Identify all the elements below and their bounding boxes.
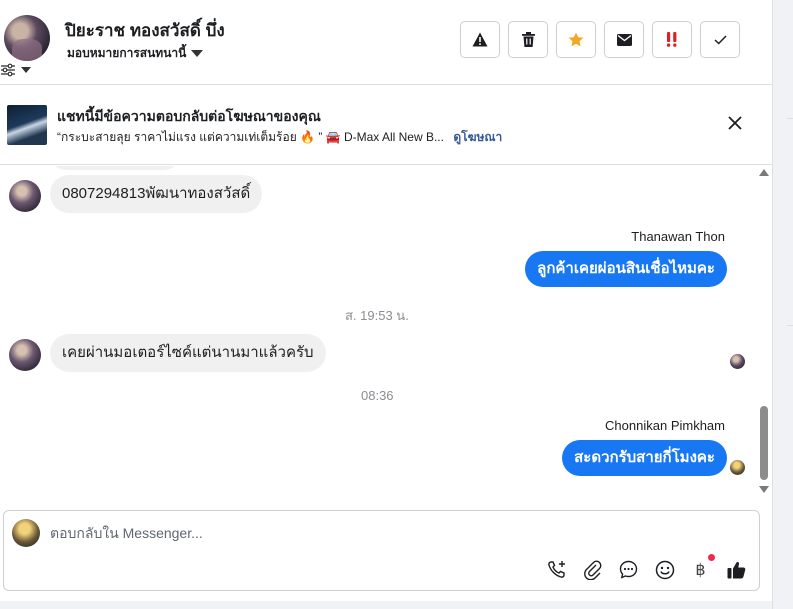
conversation-panel: ปิยะราช ทองสวัสดิ์ บึ่ง มอบหมายการสนทนาน… xyxy=(0,0,772,609)
seen-indicator-avatar xyxy=(730,460,745,475)
close-icon xyxy=(728,116,742,130)
mark-done-button[interactable] xyxy=(700,21,740,58)
sender-name: Chonnikan Pimkham xyxy=(605,418,725,433)
delete-button[interactable] xyxy=(508,21,548,58)
ad-banner-row: “กระบะสายลุย ราคาไม่แรง แต่ความเท่เต็มร้… xyxy=(57,128,502,147)
trash-icon xyxy=(521,32,535,47)
seen-indicator-avatar xyxy=(730,354,745,369)
composer-toolbar: ฿ xyxy=(545,554,748,581)
user-avatar xyxy=(12,519,40,547)
conversation-actions xyxy=(460,21,748,58)
incoming-message[interactable]: 0807294813พัฒนาทองสวัสดิ์ xyxy=(50,175,263,213)
divider xyxy=(787,325,793,326)
outgoing-message[interactable]: สะดวกรับสายกี่โมงคะ xyxy=(562,440,727,476)
call-add-button[interactable] xyxy=(545,558,568,581)
panel-footer xyxy=(0,601,772,609)
star-button[interactable] xyxy=(556,21,596,58)
envelope-icon xyxy=(616,33,632,46)
ad-banner-title: แชทนี้มีข้อความตอบกลับต่อโฆษณาของคุณ xyxy=(57,108,321,124)
contact-avatar[interactable] xyxy=(4,15,50,61)
attachment-button[interactable] xyxy=(581,558,604,581)
notification-dot xyxy=(708,554,715,561)
follow-up-button[interactable] xyxy=(652,21,692,58)
divider xyxy=(787,118,793,119)
sliders-icon xyxy=(1,63,15,77)
chevron-down-icon xyxy=(21,67,31,73)
filter-dropdown[interactable] xyxy=(1,63,31,77)
payment-button[interactable]: ฿ xyxy=(689,554,715,581)
saved-reply-button[interactable] xyxy=(617,558,640,581)
view-ad-link[interactable]: ดูโฆษณา xyxy=(453,130,502,144)
side-panel-edge xyxy=(772,0,793,609)
ad-quote: “กระบะสายลุย ราคาไม่แรง แต่ความเท่เต็มร้… xyxy=(57,130,444,144)
thumbs-up-icon xyxy=(727,561,746,578)
scrollbar-thumb[interactable] xyxy=(760,406,768,480)
close-banner-button[interactable] xyxy=(728,116,742,135)
warning-icon xyxy=(472,32,488,47)
emoji-icon xyxy=(655,560,674,579)
previous-message-bubble xyxy=(50,166,180,170)
reply-composer: ฿ xyxy=(3,510,760,591)
message-timestamp: 08:36 xyxy=(361,388,394,403)
message-input[interactable] xyxy=(50,523,650,543)
ad-thumbnail[interactable] xyxy=(7,105,47,145)
contact-avatar xyxy=(9,180,41,212)
mark-unread-button[interactable] xyxy=(604,21,644,58)
call-add-icon xyxy=(547,560,565,578)
message-timestamp: ส. 19:53 น. xyxy=(345,308,409,323)
thread-scrollbar[interactable] xyxy=(757,166,772,500)
payment-icon: ฿ xyxy=(695,561,706,579)
chevron-down-icon xyxy=(191,50,204,57)
contact-avatar xyxy=(9,339,41,371)
scroll-up-arrow-icon[interactable] xyxy=(759,169,769,176)
sender-name: Thanawan Thon xyxy=(631,229,725,244)
check-icon xyxy=(713,34,727,45)
scroll-down-arrow-icon[interactable] xyxy=(759,486,769,493)
assign-conversation-dropdown[interactable]: มอบหมายการสนทนานี้ xyxy=(67,44,204,63)
conversation-header: ปิยะราช ทองสวัสดิ์ บึ่ง มอบหมายการสนทนาน… xyxy=(0,0,772,85)
like-button[interactable] xyxy=(725,558,748,581)
assign-label: มอบหมายการสนทนานี้ xyxy=(67,46,187,60)
outgoing-message[interactable]: ลูกค้าเคยผ่อนสินเชื่อไหมคะ xyxy=(525,251,727,287)
message-thread[interactable]: 0807294813พัฒนาทองสวัสดิ์ Thanawan Thon … xyxy=(0,166,772,500)
spam-button[interactable] xyxy=(460,21,500,58)
attachment-icon xyxy=(583,560,601,580)
ad-reply-banner: แชทนี้มีข้อความตอบกลับต่อโฆษณาของคุณ “กร… xyxy=(0,85,772,165)
emoji-button[interactable] xyxy=(653,558,676,581)
incoming-message[interactable]: เคยผ่านมอเตอร์ไซค์แต่นานมาแล้วครับ xyxy=(50,334,326,372)
exclamation-icon xyxy=(667,32,677,47)
saved-reply-icon xyxy=(619,560,638,579)
star-icon xyxy=(568,32,584,47)
contact-name[interactable]: ปิยะราช ทองสวัสดิ์ บึ่ง xyxy=(65,17,225,44)
